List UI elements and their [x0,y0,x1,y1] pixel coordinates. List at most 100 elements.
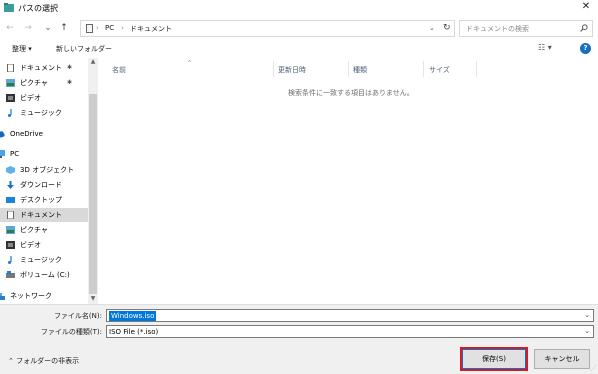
address-dropdown-icon[interactable]: ⌄ [429,24,435,32]
3d-objects-icon [6,166,15,174]
up-arrow-icon[interactable]: ↑ [58,22,70,34]
pin-icon: ✱ [67,79,73,86]
breadcrumb-pc[interactable]: PC [105,24,114,32]
filename-input[interactable]: Windows.iso ⌄ [106,309,594,322]
save-button[interactable]: 保存(S) [462,349,526,369]
music-icon [8,256,12,264]
video-icon [6,94,15,102]
sidebar-item-pc[interactable]: PC [0,147,66,161]
hide-folders-label: フォルダーの非表示 [16,357,80,365]
sidebar-item-label: ドキュメント [20,211,62,219]
pictures-icon [6,79,15,87]
search-input[interactable]: ドキュメントの検索 [459,20,593,37]
command-bar: 整理 ▾ 新しいフォルダー ☷ ▾ ? [0,40,598,58]
scroll-up-icon[interactable]: ▲ [89,58,97,65]
filename-value: Windows.iso [109,311,157,321]
download-icon [7,181,14,189]
cancel-button[interactable]: キャンセル [534,349,590,369]
sidebar-item-label: PC [10,150,20,158]
onedrive-icon [0,131,5,138]
sidebar-item-label: ミュージック [20,256,62,264]
help-icon[interactable]: ? [580,43,591,54]
pc-icon [0,150,5,158]
scroll-down-icon[interactable]: ▼ [89,295,97,302]
window-title: パスの選択 [18,4,58,13]
sidebar-item-downloads[interactable]: ダウンロード [0,178,76,192]
resize-grip-icon[interactable]: ⋰ [590,365,596,372]
sidebar-item-video[interactable]: ビデオ [0,91,76,105]
refresh-icon[interactable]: ↻ [443,23,451,33]
pictures-icon [6,226,15,234]
recent-locations-icon[interactable]: ⌄ [42,22,54,34]
filename-dropdown-icon[interactable]: ⌄ [584,311,590,319]
pin-icon: ✱ [67,64,73,71]
column-divider[interactable] [476,61,477,77]
address-bar[interactable]: › PC › ドキュメント ⌄ ↻ [80,20,455,37]
breadcrumb-separator: › [121,24,124,32]
network-icon [0,293,5,300]
sidebar-item-3d-objects[interactable]: 3D オブジェクト [0,163,76,177]
music-icon [8,109,12,117]
sidebar-item-music[interactable]: ミュージック [0,106,76,120]
file-list: 名前 ^ 更新日時 種類 サイズ 検索条件に一致する項目はありません。 [100,58,598,304]
sidebar-item-pictures-pinned[interactable]: ピクチャ ✱ [0,76,76,90]
filetype-dropdown-icon[interactable]: ⌄ [584,327,590,335]
sidebar-item-desktop[interactable]: デスクトップ [0,193,76,207]
navigation-bar: ← → ⌄ ↑ › PC › ドキュメント ⌄ ↻ ドキュメントの検索 [0,18,598,40]
filename-label: ファイル名(N): [53,312,102,320]
organize-button[interactable]: 整理 ▾ [12,44,32,54]
column-header-modified[interactable]: 更新日時 [278,65,306,75]
sidebar-item-network[interactable]: ネットワーク [0,289,66,303]
drive-icon [6,271,15,278]
forward-arrow-icon[interactable]: → [22,22,34,34]
sidebar-item-onedrive[interactable]: OneDrive [0,127,66,141]
empty-list-message: 検索条件に一致する項目はありません。 [288,89,414,97]
sort-ascending-icon: ^ [187,60,193,67]
sidebar-item-volume-c[interactable]: ボリューム (C:) [0,268,76,282]
column-divider[interactable] [423,61,424,77]
sidebar-item-label: ボリューム (C:) [20,271,70,279]
scrollbar-thumb[interactable] [89,94,97,294]
sidebar-item-label: ダウンロード [20,181,62,189]
sidebar-item-label: デスクトップ [20,196,62,204]
breadcrumb-separator: › [96,24,99,32]
hide-folders-button[interactable]: ⌃ フォルダーの非表示 [8,356,79,366]
sidebar-item-video[interactable]: ビデオ [0,238,76,252]
close-icon[interactable]: ✕ [580,1,592,13]
column-header-size[interactable]: サイズ [429,65,450,75]
sidebar-item-label: ピクチャ [20,79,48,87]
sidebar-item-documents[interactable]: ドキュメント [0,208,88,222]
search-icon [580,24,588,32]
folder-app-icon [4,3,14,12]
chevron-up-icon: ⌃ [8,357,17,365]
sidebar-item-label: ビデオ [20,94,41,102]
filetype-select[interactable]: ISO File (*.iso) ⌄ [106,325,594,338]
sidebar-item-music[interactable]: ミュージック [0,253,76,267]
sidebar-item-label: ピクチャ [20,226,48,234]
document-icon [86,24,93,33]
sidebar-item-pictures[interactable]: ピクチャ [0,223,76,237]
column-divider[interactable] [348,61,349,77]
sidebar-item-label: OneDrive [10,130,43,138]
sidebar-item-documents-pinned[interactable]: ドキュメント ✱ [0,61,76,75]
new-folder-button[interactable]: 新しいフォルダー [56,44,112,54]
sidebar-item-label: ネットワーク [10,292,52,300]
save-panel: ファイル名(N): Windows.iso ⌄ ファイルの種類(T): ISO … [0,304,598,374]
sidebar-item-label: ビデオ [20,241,41,249]
desktop-icon [6,197,15,203]
video-icon [6,241,15,249]
filetype-label: ファイルの種類(T): [40,328,102,336]
column-divider[interactable] [273,61,274,77]
document-icon [7,64,14,72]
sidebar-item-label: 3D オブジェクト [20,166,75,174]
column-header-type[interactable]: 種類 [353,65,367,75]
navigation-pane: ドキュメント ✱ ピクチャ ✱ ビデオ ミュージック OneDrive PC 3… [0,58,100,304]
view-options-icon[interactable]: ☷ ▾ [538,43,552,52]
back-arrow-icon[interactable]: ← [4,22,16,34]
filetype-value: ISO File (*.iso) [109,328,159,336]
column-header-name[interactable]: 名前 [112,65,126,75]
breadcrumb-documents[interactable]: ドキュメント [130,24,172,34]
sidebar-scrollbar[interactable]: ▲ ▼ [88,58,98,304]
sidebar-item-label: ミュージック [20,109,62,117]
title-bar: パスの選択 ✕ [0,0,598,16]
